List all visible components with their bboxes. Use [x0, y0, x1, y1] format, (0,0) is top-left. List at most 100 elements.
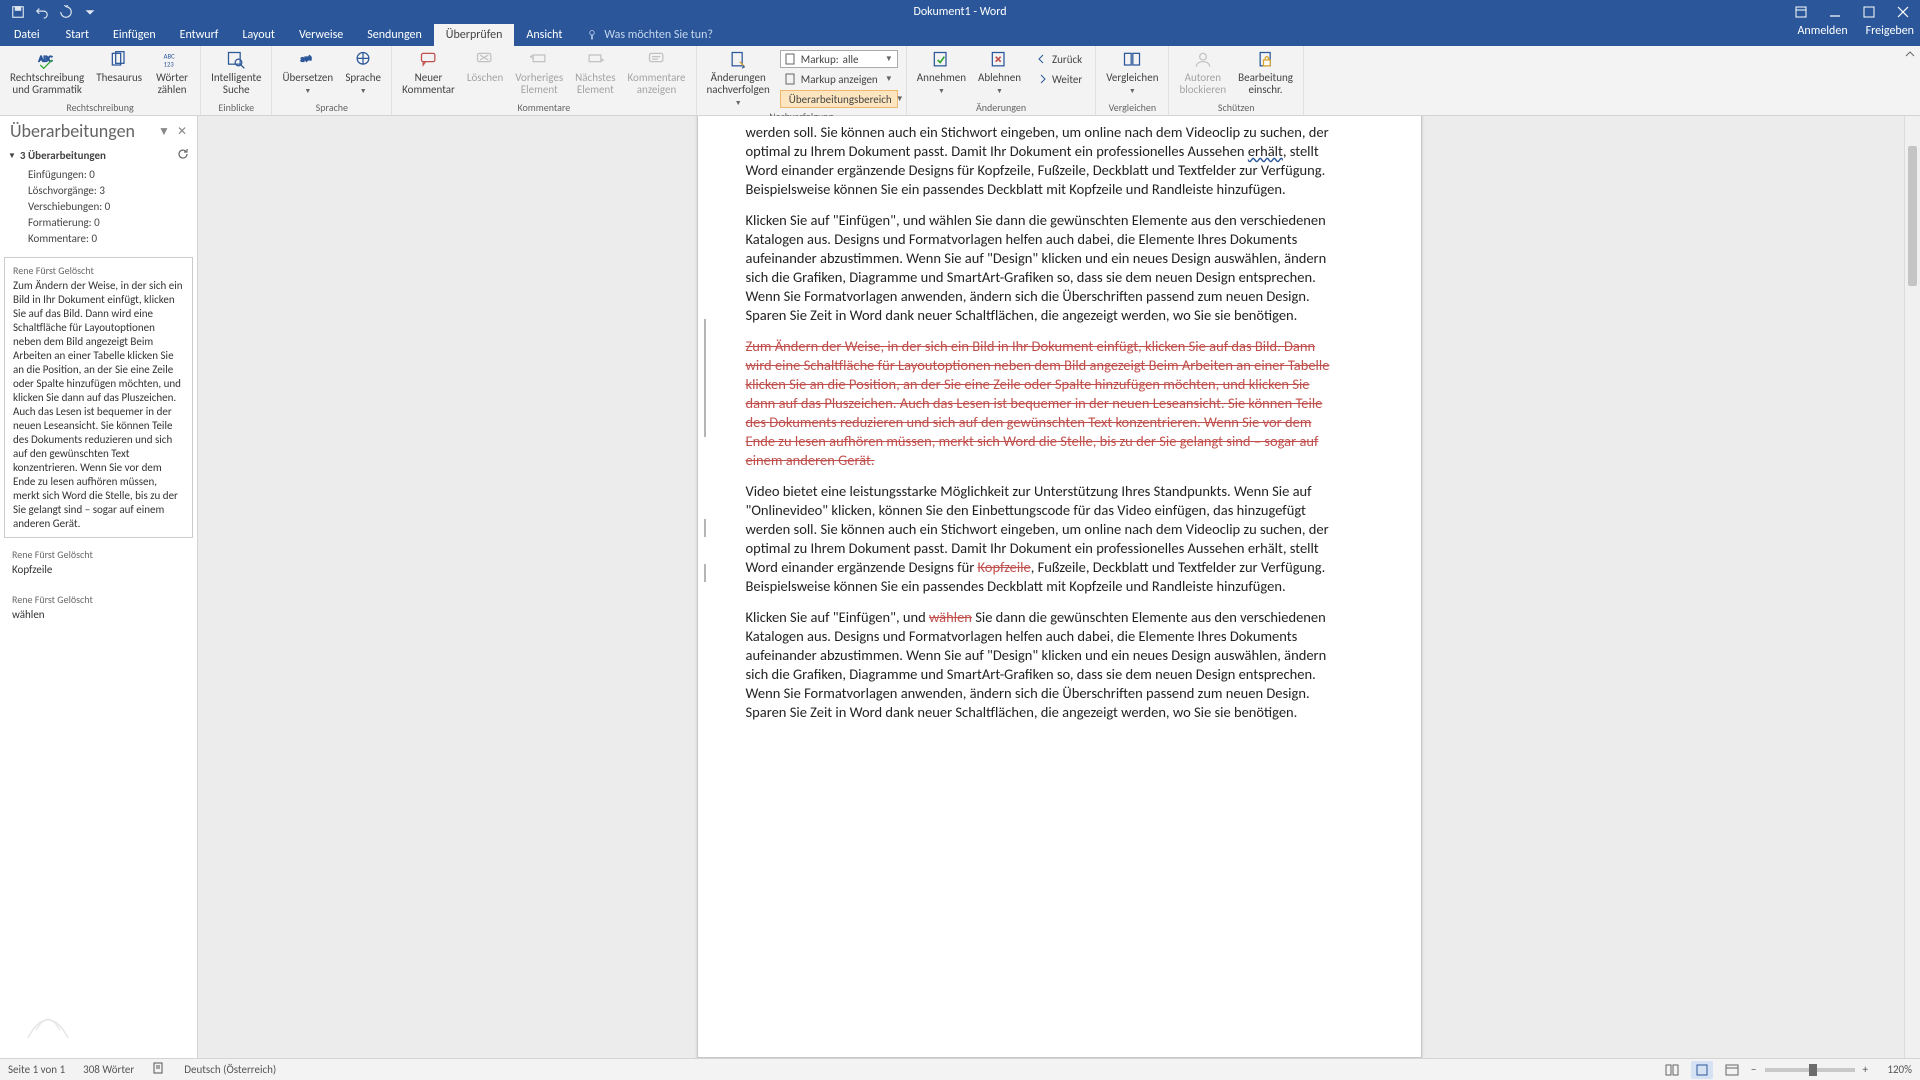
zoom-in-button[interactable]: + — [1863, 1063, 1868, 1076]
group-language-label: Sprache — [276, 101, 387, 115]
markup-label: Markup: — [801, 53, 839, 66]
tab-layout[interactable]: Layout — [230, 24, 287, 46]
save-button[interactable] — [8, 2, 28, 22]
next-button[interactable]: Weiter — [1031, 70, 1087, 88]
revisions-list: Rene Fürst Gelöscht Zum Ändern der Weise… — [0, 253, 197, 988]
close-button[interactable] — [1886, 0, 1920, 24]
zoom-slider[interactable] — [1765, 1068, 1855, 1072]
ribbon: ABC Rechtschreibung und Grammatik Thesau… — [0, 46, 1920, 116]
block-authors-button: Autoren blockieren — [1173, 48, 1232, 98]
status-language[interactable]: Deutsch (Österreich) — [184, 1063, 276, 1076]
paragraph[interactable]: Klicken Sie auf "Einfügen", und wählen S… — [746, 211, 1331, 325]
revisions-pane: Überarbeitungen ▼ ✕ ▼ 3 Überarbeitungen … — [0, 116, 198, 1058]
redo-button[interactable] — [56, 2, 76, 22]
revision-item[interactable]: Rene Fürst Gelöscht Kopfzeile — [4, 542, 193, 583]
group-protect-label: Schützen — [1173, 101, 1298, 115]
compare-button[interactable]: Vergleichen ▼ — [1100, 48, 1164, 97]
status-proofing-icon[interactable] — [152, 1061, 166, 1078]
web-layout-button[interactable] — [1721, 1061, 1743, 1079]
deleted-text: Kopfzeile — [978, 558, 1031, 576]
window-title: Dokument1 - Word — [913, 5, 1006, 19]
translate-button[interactable]: a⇄ Übersetzen ▼ — [276, 48, 339, 97]
revisions-pane-options[interactable]: ▼ — [155, 122, 173, 140]
change-bar — [704, 519, 706, 537]
undo-button[interactable] — [32, 2, 52, 22]
tab-verweise[interactable]: Verweise — [287, 24, 355, 46]
next-comment-button: Nächstes Element — [569, 48, 621, 98]
reject-button[interactable]: Ablehnen ▼ — [972, 48, 1027, 97]
share-button[interactable]: Freigeben — [1866, 24, 1914, 38]
show-comments-button: Kommentare anzeigen — [622, 48, 692, 98]
new-comment-button[interactable]: Neuer Kommentar — [396, 48, 461, 98]
svg-text:ABC: ABC — [164, 52, 175, 60]
signin-link[interactable]: Anmelden — [1797, 24, 1847, 38]
revisions-pane-title: Überarbeitungen — [10, 120, 155, 142]
grammar-wavy-underline: erhält — [1248, 142, 1283, 160]
spelling-grammar-button[interactable]: ABC Rechtschreibung und Grammatik — [4, 48, 90, 98]
svg-text:123: 123 — [164, 61, 175, 69]
window-controls — [1784, 0, 1920, 24]
print-layout-button[interactable] — [1691, 1061, 1713, 1079]
revision-item[interactable]: Rene Fürst Gelöscht wählen — [4, 587, 193, 628]
maximize-button[interactable] — [1852, 0, 1886, 24]
svg-text:ABC: ABC — [39, 55, 53, 65]
show-markup-dropdown[interactable]: Markup anzeigen ▼ — [780, 70, 898, 88]
status-page[interactable]: Seite 1 von 1 — [8, 1063, 65, 1076]
collapse-ribbon-button[interactable] — [1900, 46, 1920, 115]
chevron-down-icon: ▼ — [8, 151, 16, 161]
document-area: werden soll. Sie können auch ein Stichwo… — [198, 116, 1920, 1058]
zoom-value[interactable]: 120% — [1876, 1063, 1912, 1076]
group-changes-label: Änderungen — [911, 101, 1091, 115]
markup-display-dropdown[interactable]: Markup: alle ▼ — [780, 50, 898, 68]
file-tab[interactable]: Datei — [0, 24, 54, 46]
refresh-icon[interactable] — [177, 148, 189, 163]
quick-access-toolbar — [0, 2, 100, 22]
revisions-summary-toggle[interactable]: ▼ 3 Überarbeitungen — [0, 144, 197, 167]
prev-comment-button: Vorheriges Element — [509, 48, 569, 98]
paragraph[interactable]: Video bietet eine leistungsstarke Möglic… — [746, 482, 1331, 596]
group-comments-label: Kommentare — [396, 101, 691, 115]
status-bar: Seite 1 von 1 308 Wörter Deutsch (Österr… — [0, 1058, 1920, 1080]
group-proofing-label: Rechtschreibung — [4, 101, 196, 115]
paragraph[interactable]: werden soll. Sie können auch ein Stichwo… — [746, 123, 1331, 199]
vertical-scrollbar[interactable] — [1904, 116, 1920, 1058]
tab-start[interactable]: Start — [54, 24, 101, 46]
revision-item[interactable]: Rene Fürst Gelöscht Zum Ändern der Weise… — [4, 257, 193, 538]
title-bar: Dokument1 - Word — [0, 0, 1920, 24]
reviewing-pane-dropdown[interactable]: Überarbeitungsbereich ▼ — [780, 90, 898, 108]
status-word-count[interactable]: 308 Wörter — [83, 1063, 134, 1076]
tab-entwurf[interactable]: Entwurf — [168, 24, 231, 46]
minimize-button[interactable] — [1818, 0, 1852, 24]
deleted-text: wählen — [929, 608, 972, 626]
smart-lookup-button[interactable]: Intelligente Suche — [205, 48, 267, 98]
accept-button[interactable]: Annehmen ▼ — [911, 48, 972, 97]
thesaurus-button[interactable]: Thesaurus — [90, 48, 148, 86]
delete-comment-button: Löschen — [461, 48, 509, 86]
revisions-summary: Einfügungen: 0 Löschvorgänge: 3 Verschie… — [0, 167, 197, 253]
word-count-button[interactable]: ABC123 Wörter zählen — [148, 48, 196, 98]
restrict-editing-button[interactable]: Bearbeitung einschr. — [1232, 48, 1299, 98]
back-button[interactable]: Zurück — [1031, 50, 1087, 68]
tab-ansicht[interactable]: Ansicht — [514, 24, 574, 46]
page[interactable]: werden soll. Sie können auch ein Stichwo… — [697, 116, 1422, 1058]
zoom-out-button[interactable]: − — [1751, 1063, 1756, 1076]
deleted-paragraph[interactable]: Zum Ändern der Weise, in der sich ein Bi… — [746, 337, 1331, 470]
track-changes-button[interactable]: Änderungen nachverfolgen ▼ — [701, 48, 776, 109]
qat-more-button[interactable] — [80, 2, 100, 22]
tab-ueberpruefen[interactable]: Überprüfen — [434, 24, 515, 46]
change-bar — [704, 319, 706, 437]
tab-einfuegen[interactable]: Einfügen — [101, 24, 168, 46]
ribbon-tabs: Datei Start Einfügen Entwurf Layout Verw… — [0, 24, 1920, 46]
language-button[interactable]: Sprache ▼ — [339, 48, 387, 97]
ribbon-display-options[interactable] — [1784, 0, 1818, 24]
revisions-pane-close[interactable]: ✕ — [173, 122, 191, 140]
paragraph[interactable]: Klicken Sie auf "Einfügen", und wählen S… — [746, 608, 1331, 722]
group-compare-label: Vergleichen — [1100, 101, 1164, 115]
markup-value: alle — [843, 53, 859, 66]
group-insights-label: Einblicke — [205, 101, 267, 115]
tell-me-search[interactable]: Was möchten Sie tun? — [586, 24, 713, 46]
tab-sendungen[interactable]: Sendungen — [355, 24, 434, 46]
pane-decoration-icon — [0, 988, 197, 1058]
read-mode-button[interactable] — [1661, 1061, 1683, 1079]
svg-text:a⇄: a⇄ — [300, 55, 311, 65]
